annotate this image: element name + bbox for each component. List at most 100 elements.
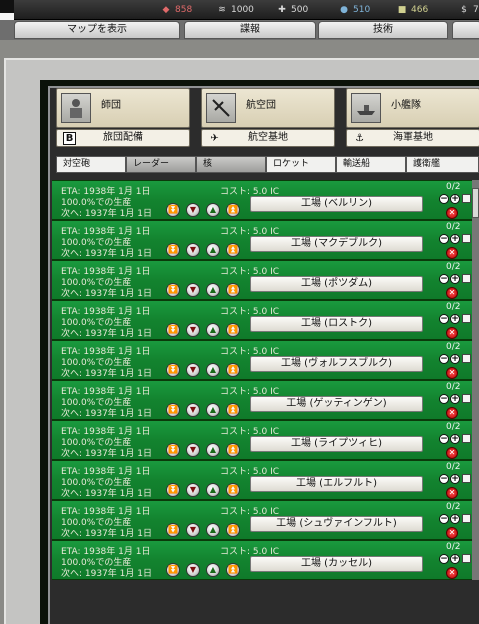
- naval-base-button[interactable]: ⚓ 海軍基地: [346, 129, 479, 147]
- queue-scrollbar[interactable]: [472, 180, 479, 580]
- move-to-top-button[interactable]: ⏫: [226, 243, 240, 257]
- move-down-button[interactable]: ▼: [186, 323, 200, 337]
- move-to-top-button[interactable]: ⏫: [226, 403, 240, 417]
- delete-button[interactable]: ✕: [446, 407, 458, 419]
- category-air-wing[interactable]: 航空団 ✈ 航空基地: [201, 88, 335, 148]
- decrease-button[interactable]: −: [439, 234, 449, 244]
- move-down-button[interactable]: ▼: [186, 563, 200, 577]
- increase-button[interactable]: +: [450, 514, 460, 524]
- queue-item-name[interactable]: 工場 (ベルリン): [250, 196, 423, 212]
- increase-button[interactable]: +: [450, 354, 460, 364]
- move-to-bottom-button[interactable]: ⏬: [166, 443, 180, 457]
- delete-button[interactable]: ✕: [446, 207, 458, 219]
- serial-checkbox[interactable]: [462, 354, 471, 363]
- move-to-bottom-button[interactable]: ⏬: [166, 323, 180, 337]
- serial-checkbox[interactable]: [462, 194, 471, 203]
- move-to-bottom-button[interactable]: ⏬: [166, 483, 180, 497]
- tab-show-map[interactable]: マップを表示: [14, 21, 180, 39]
- flotilla-button[interactable]: 小艦隊: [346, 88, 479, 128]
- serial-checkbox[interactable]: [462, 274, 471, 283]
- delete-button[interactable]: ✕: [446, 527, 458, 539]
- filter-anti-air[interactable]: 対空砲: [56, 156, 126, 173]
- queue-item-name[interactable]: 工場 (カッセル): [250, 556, 423, 572]
- serial-checkbox[interactable]: [462, 554, 471, 563]
- filter-nuclear[interactable]: 核: [196, 156, 266, 173]
- decrease-button[interactable]: −: [439, 434, 449, 444]
- filter-rocket[interactable]: ロケット: [266, 156, 336, 173]
- category-flotilla[interactable]: 小艦隊 ⚓ 海軍基地: [346, 88, 479, 148]
- serial-checkbox[interactable]: [462, 434, 471, 443]
- move-to-top-button[interactable]: ⏫: [226, 523, 240, 537]
- air-wing-button[interactable]: 航空団: [201, 88, 335, 128]
- delete-button[interactable]: ✕: [446, 287, 458, 299]
- delete-button[interactable]: ✕: [446, 327, 458, 339]
- move-to-top-button[interactable]: ⏫: [226, 563, 240, 577]
- move-down-button[interactable]: ▼: [186, 483, 200, 497]
- queue-item-name[interactable]: 工場 (ライプツィヒ): [250, 436, 423, 452]
- queue-item-name[interactable]: 工場 (エルフルト): [250, 476, 423, 492]
- move-down-button[interactable]: ▼: [186, 203, 200, 217]
- move-down-button[interactable]: ▼: [186, 403, 200, 417]
- delete-button[interactable]: ✕: [446, 247, 458, 259]
- decrease-button[interactable]: −: [439, 474, 449, 484]
- queue-item-name[interactable]: 工場 (マクデブルク): [250, 236, 423, 252]
- serial-checkbox[interactable]: [462, 314, 471, 323]
- tab-technology[interactable]: 技術: [318, 21, 448, 39]
- increase-button[interactable]: +: [450, 234, 460, 244]
- move-to-top-button[interactable]: ⏫: [226, 323, 240, 337]
- queue-item-name[interactable]: 工場 (ポツダム): [250, 276, 423, 292]
- move-down-button[interactable]: ▼: [186, 283, 200, 297]
- move-to-bottom-button[interactable]: ⏬: [166, 363, 180, 377]
- move-up-button[interactable]: ▲: [206, 443, 220, 457]
- increase-button[interactable]: +: [450, 314, 460, 324]
- move-to-bottom-button[interactable]: ⏬: [166, 403, 180, 417]
- filter-transport[interactable]: 輸送船: [336, 156, 406, 173]
- decrease-button[interactable]: −: [439, 554, 449, 564]
- move-up-button[interactable]: ▲: [206, 203, 220, 217]
- tab-intelligence[interactable]: 諜報: [184, 21, 316, 39]
- move-down-button[interactable]: ▼: [186, 443, 200, 457]
- move-up-button[interactable]: ▲: [206, 363, 220, 377]
- serial-checkbox[interactable]: [462, 394, 471, 403]
- queue-item-name[interactable]: 工場 (ロストク): [250, 316, 423, 332]
- decrease-button[interactable]: −: [439, 514, 449, 524]
- delete-button[interactable]: ✕: [446, 487, 458, 499]
- increase-button[interactable]: +: [450, 474, 460, 484]
- decrease-button[interactable]: −: [439, 194, 449, 204]
- move-to-bottom-button[interactable]: ⏬: [166, 243, 180, 257]
- move-to-top-button[interactable]: ⏫: [226, 363, 240, 377]
- tab-next[interactable]: [452, 21, 479, 39]
- move-to-top-button[interactable]: ⏫: [226, 203, 240, 217]
- increase-button[interactable]: +: [450, 194, 460, 204]
- brigade-attach-button[interactable]: B 旅団配備: [56, 129, 190, 147]
- increase-button[interactable]: +: [450, 554, 460, 564]
- category-division[interactable]: 師団 B 旅団配備: [56, 88, 190, 148]
- queue-item-name[interactable]: 工場 (シュヴァインフルト): [250, 516, 423, 532]
- move-up-button[interactable]: ▲: [206, 243, 220, 257]
- move-to-top-button[interactable]: ⏫: [226, 283, 240, 297]
- queue-item-name[interactable]: 工場 (ヴォルフスブルク): [250, 356, 423, 372]
- increase-button[interactable]: +: [450, 274, 460, 284]
- serial-checkbox[interactable]: [462, 514, 471, 523]
- move-down-button[interactable]: ▼: [186, 243, 200, 257]
- decrease-button[interactable]: −: [439, 354, 449, 364]
- decrease-button[interactable]: −: [439, 314, 449, 324]
- serial-checkbox[interactable]: [462, 234, 471, 243]
- move-up-button[interactable]: ▲: [206, 483, 220, 497]
- move-up-button[interactable]: ▲: [206, 283, 220, 297]
- scrollbar-thumb[interactable]: [472, 188, 479, 218]
- move-to-bottom-button[interactable]: ⏬: [166, 203, 180, 217]
- queue-item-name[interactable]: 工場 (ゲッティンゲン): [250, 396, 423, 412]
- move-to-bottom-button[interactable]: ⏬: [166, 563, 180, 577]
- move-to-bottom-button[interactable]: ⏬: [166, 523, 180, 537]
- move-up-button[interactable]: ▲: [206, 323, 220, 337]
- move-to-top-button[interactable]: ⏫: [226, 483, 240, 497]
- delete-button[interactable]: ✕: [446, 567, 458, 579]
- filter-escort[interactable]: 護衛艦: [406, 156, 479, 173]
- move-to-bottom-button[interactable]: ⏬: [166, 283, 180, 297]
- division-button[interactable]: 師団: [56, 88, 190, 128]
- delete-button[interactable]: ✕: [446, 367, 458, 379]
- decrease-button[interactable]: −: [439, 274, 449, 284]
- airbase-button[interactable]: ✈ 航空基地: [201, 129, 335, 147]
- serial-checkbox[interactable]: [462, 474, 471, 483]
